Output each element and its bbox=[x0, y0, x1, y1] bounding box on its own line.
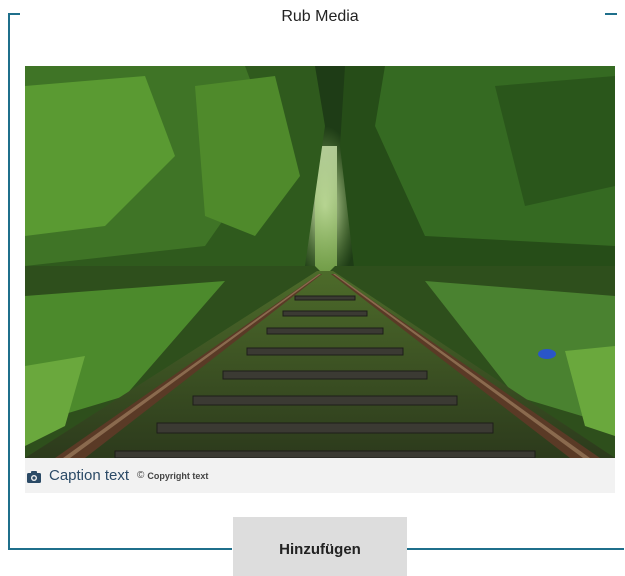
camera-icon bbox=[27, 470, 41, 483]
copyright-sign: © bbox=[137, 470, 145, 481]
copyright-text[interactable]: Copyright text bbox=[147, 471, 208, 481]
frame-border-left bbox=[8, 13, 10, 550]
panel-title: Rub Media bbox=[275, 8, 365, 26]
railway-forest-image bbox=[25, 66, 615, 458]
rub-media-panel: Rub Media Caption text © Copyright text … bbox=[0, 0, 625, 576]
frame-border-bottom-right bbox=[407, 548, 624, 550]
frame-border-bottom-left bbox=[8, 548, 232, 550]
caption-text[interactable]: Caption text bbox=[49, 467, 129, 484]
panel-legend: Rub Media bbox=[0, 8, 625, 26]
caption-bar: Caption text © Copyright text bbox=[25, 458, 615, 493]
add-button[interactable]: Hinzufügen bbox=[233, 517, 407, 576]
media-image[interactable] bbox=[25, 66, 615, 458]
